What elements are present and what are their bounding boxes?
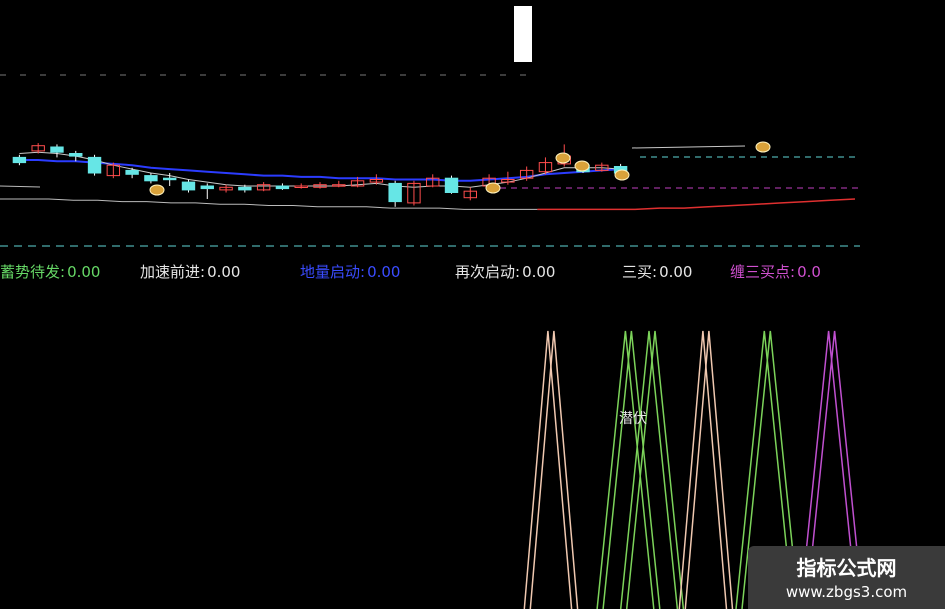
- indicator-item: 缠三买点: 0.0: [730, 261, 821, 282]
- gold-signal-icon: [555, 152, 571, 164]
- candle-body: [181, 181, 196, 191]
- candle-body: [162, 177, 177, 181]
- indicator-value: 0.00: [522, 263, 556, 281]
- candle-body: [388, 182, 402, 203]
- gold-signal-icon: [149, 184, 165, 196]
- indicator-item: 加速前进: 0.00: [140, 261, 240, 282]
- candle-body: [50, 146, 64, 153]
- candle-body: [69, 153, 83, 157]
- signal-peak: [529, 330, 579, 609]
- indicator-name: 蓄势待发:: [0, 263, 66, 281]
- indicator-value: 0.00: [67, 263, 101, 281]
- gold-signal-icon: [485, 182, 501, 194]
- indicator-name: 三买:: [622, 263, 658, 281]
- candle-body: [87, 156, 102, 174]
- signal-peak: [523, 330, 573, 609]
- indicator-value: 0.00: [207, 263, 241, 281]
- watermark-badge: 指标公式网 www.zbgs3.com: [748, 546, 945, 609]
- ma-short-extension: [631, 145, 746, 149]
- ma-left-stub: [0, 185, 41, 188]
- indicator-item: 地量启动: 0.00: [300, 261, 400, 282]
- candle-body: [275, 185, 290, 190]
- candle-body: [12, 156, 27, 164]
- gold-signal-icon: [755, 141, 771, 153]
- indicator-legend-row: 蓄势待发: 0.00 加速前进: 0.00 地量启动: 0.00 再次启动: 0.00 三买: 0…: [0, 261, 945, 283]
- watermark-url: www.zbgs3.com: [785, 583, 908, 601]
- indicator-name: 地量启动:: [300, 263, 366, 281]
- gold-signal-icon: [574, 160, 590, 172]
- indicator-value: 0.00: [659, 263, 693, 281]
- candle-body: [444, 177, 459, 193]
- candle-body: [238, 186, 252, 191]
- candle-body: [200, 185, 214, 190]
- watermark-title: 指标公式网: [796, 556, 897, 580]
- cursor-block: [514, 6, 532, 62]
- candle-body: [144, 175, 158, 182]
- signal-peak: [684, 330, 734, 609]
- dashed-reference-lines: [0, 74, 860, 247]
- indicator-value: 0.00: [367, 263, 401, 281]
- indicator-item: 再次启动: 0.00: [455, 261, 555, 282]
- indicator-item: 蓄势待发: 0.00: [0, 261, 100, 282]
- gold-signal-icon: [614, 169, 630, 181]
- chart-canvas: [0, 74, 864, 609]
- ma-long-line-white: [0, 198, 538, 210]
- indicator-name: 缠三买点:: [730, 263, 796, 281]
- signal-label-latent: 潜伏: [619, 411, 647, 427]
- indicator-item: 三买: 0.00: [622, 261, 692, 282]
- indicator-value: 0.0: [797, 263, 821, 281]
- candle-body: [125, 169, 139, 175]
- ma-short-line: [19, 151, 621, 188]
- indicator-name: 加速前进:: [140, 263, 206, 281]
- signal-peak: [678, 330, 728, 609]
- indicator-name: 再次启动:: [455, 263, 521, 281]
- ma-long-line-red: [537, 198, 856, 211]
